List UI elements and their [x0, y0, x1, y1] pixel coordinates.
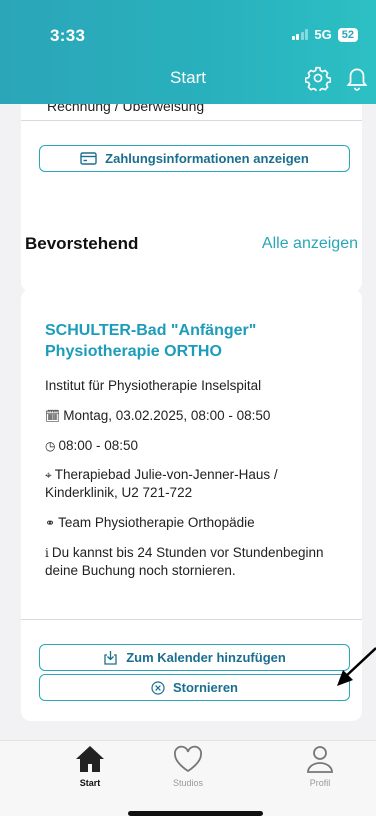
- app-header: 3:33 5G 52 Start: [0, 0, 376, 104]
- calendar-icon: 🗓︎: [45, 409, 61, 423]
- event-info-row: i Du kannst bis 24 Stunden vor Stundenbeg…: [45, 544, 345, 580]
- status-time: 3:33: [50, 26, 86, 45]
- battery-icon: 52: [337, 27, 358, 42]
- status-indicators: 5G 52: [291, 27, 358, 42]
- cancel-icon: [151, 680, 165, 695]
- event-location-row: ⌖ Therapiebad Julie-von-Jenner-Haus / Kin…: [45, 466, 345, 502]
- gear-icon[interactable]: [305, 65, 331, 91]
- credit-card-icon: [80, 152, 97, 165]
- payment-info-label: Zahlungsinformationen anzeigen: [105, 151, 309, 166]
- tab-label-profil: Profil: [309, 778, 331, 788]
- add-calendar-label: Zum Kalender hinzufügen: [126, 650, 286, 665]
- download-calendar-icon: [104, 651, 117, 665]
- bell-icon[interactable]: [344, 64, 370, 92]
- event-location: Therapiebad Julie-von-Jenner-Haus / Kind…: [45, 467, 278, 500]
- event-date-row: 🗓︎ Montag, 03.02.2025, 08:00 - 08:50: [45, 407, 345, 425]
- tab-start[interactable]: Start: [50, 744, 130, 788]
- tab-label-start: Start: [79, 778, 101, 788]
- show-all-link[interactable]: Alle anzeigen: [262, 235, 358, 253]
- annotation-arrow-icon: [337, 647, 376, 686]
- cancel-booking-button[interactable]: Stornieren: [39, 674, 350, 701]
- network-label: 5G: [314, 27, 332, 42]
- divider: [21, 619, 362, 620]
- event-title: SCHULTER-Bad "Anfänger" Physiotherapie O…: [45, 322, 257, 360]
- person-icon: [307, 746, 333, 773]
- section-title-upcoming: Bevorstehend: [25, 234, 139, 253]
- cancel-booking-label: Stornieren: [172, 680, 238, 695]
- payment-card: Rechnung / Überweisung Zahlungsinformati…: [21, 104, 362, 292]
- tab-label-studios: Studios: [172, 778, 204, 788]
- event-info: Du kannst bis 24 Stunden vor Stundenbegi…: [45, 545, 324, 578]
- event-team-row: ⚭ Team Physiotherapie Orthopädie: [45, 514, 345, 532]
- add-calendar-button[interactable]: Zum Kalender hinzufügen: [39, 644, 350, 671]
- tab-studios[interactable]: Studios: [148, 744, 228, 788]
- clock-icon: ◷: [45, 439, 56, 453]
- tab-bar: Start Studios Profil: [0, 740, 376, 816]
- event-time: 08:00 - 08:50: [58, 438, 139, 453]
- main-content[interactable]: Rechnung / Überweisung Zahlungsinformati…: [0, 104, 376, 740]
- payment-info-button[interactable]: Zahlungsinformationen anzeigen: [39, 145, 350, 172]
- divider: [21, 120, 362, 121]
- signal-icon: [291, 29, 309, 40]
- event-time-row: ◷ 08:00 - 08:50: [45, 437, 345, 455]
- heart-icon: [174, 745, 202, 773]
- home-icon: [76, 746, 104, 772]
- info-icon: i: [45, 546, 49, 560]
- team-icon: ⚭: [45, 516, 56, 530]
- payment-method: Rechnung / Überweisung: [47, 104, 205, 114]
- event-card[interactable]: SCHULTER-Bad "Anfänger" Physiotherapie O…: [21, 289, 362, 721]
- location-pin-icon: ⌖: [45, 468, 52, 482]
- event-date: Montag, 03.02.2025, 08:00 - 08:50: [63, 408, 271, 423]
- tab-profil[interactable]: Profil: [280, 744, 360, 788]
- event-team: Team Physiotherapie Orthopädie: [58, 515, 255, 530]
- event-institute: Institut für Physiotherapie Inselspital: [45, 378, 262, 393]
- home-indicator: [128, 811, 263, 816]
